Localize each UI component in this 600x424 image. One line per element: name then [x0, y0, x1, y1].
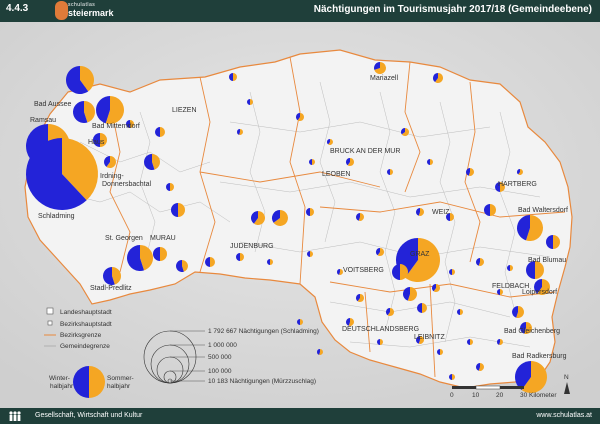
legend-winter-2: halbjahr [50, 383, 74, 390]
legend-landeshauptstadt-symbol [46, 307, 54, 315]
place-label: Mariazell [370, 75, 398, 82]
municipality-pie [73, 101, 96, 124]
municipality-pie [327, 139, 333, 145]
chapter-code: 4.4.3 [6, 3, 29, 14]
scale-tick-1: 10 [472, 392, 480, 399]
logo-bottom-text: steiermark [68, 8, 114, 18]
legend-summer-1: Sommer- [107, 375, 134, 382]
municipality-pie [176, 260, 189, 272]
place-label: Bad Gleichenberg [504, 328, 560, 335]
place-label: LEOBEN [322, 171, 350, 178]
place-label: Loipersdorf [522, 289, 557, 296]
place-label: St. Georgen [105, 235, 143, 242]
map-title: Nächtigungen im Tourismusjahr 2017/18 (G… [313, 4, 592, 15]
municipality-pie [476, 363, 484, 371]
place-label: Bad Radkersburg [512, 353, 567, 360]
place-label: Bad Mitterndorf [92, 123, 140, 130]
people-icon [9, 411, 21, 421]
municipality-pie [416, 208, 424, 216]
municipality-pie [356, 213, 364, 221]
municipality-pie [432, 284, 440, 292]
municipality-pie [346, 318, 354, 326]
map-area: Mariazell Bad Aussee Ramsau Bad Mitterndorf… [0, 22, 600, 408]
legend-bezirkshauptstadt-symbol [47, 320, 53, 326]
place-label: Stadl-Predlitz [90, 285, 132, 292]
place-label: LIEZEN [172, 107, 197, 114]
municipality-pie [251, 211, 266, 226]
schulatlas-logo: schulatlas steiermark [52, 1, 114, 21]
municipality-pie [374, 62, 387, 74]
place-label: HARTBERG [498, 181, 537, 188]
legend-summer-2: halbjahr [107, 383, 131, 390]
municipality-pie [96, 96, 125, 124]
municipality-pie [517, 169, 523, 175]
place-label: LEIBNITZ [414, 334, 445, 341]
legend-size-1: 1 792 667 Nächtigungen (Schladming) [208, 328, 319, 335]
legend-size-3: 500 000 [208, 354, 232, 361]
place-label: DEUTSCHLANDSBERG [342, 326, 419, 333]
municipality-pie [272, 210, 288, 226]
legend-winter-1: Winter- [49, 375, 70, 382]
footer-topic: Gesellschaft, Wirtschaft und Kultur [35, 412, 143, 419]
footer-url[interactable]: www.schulatlas.at [536, 412, 592, 419]
municipality-pie [432, 73, 443, 83]
municipality-pie [517, 215, 544, 241]
place-label: Schladming [38, 213, 75, 220]
municipality-pie [401, 128, 409, 136]
municipality-pie [237, 129, 243, 135]
municipality-pie [497, 339, 503, 346]
municipality-pie [512, 306, 525, 319]
place-label: GRAZ [410, 251, 430, 258]
place-label: MURAU [150, 235, 176, 242]
scale-tick-0: 0 [450, 392, 454, 399]
place-label: BRUCK AN DER MUR [330, 148, 400, 155]
place-label: WEIZ [432, 209, 450, 216]
municipality-pie [104, 156, 117, 168]
place-label: Bad Waltersdorf [518, 207, 568, 214]
municipality-pie [66, 66, 95, 95]
municipality-pie [356, 294, 365, 302]
scale-tick-3: 30 Kilometer [520, 392, 557, 399]
north-label: N [564, 374, 569, 381]
municipality-pie [144, 154, 161, 170]
municipality-pie [466, 168, 474, 176]
footer-bar: Gesellschaft, Wirtschaft und Kultur www.… [0, 408, 600, 424]
municipality-pie [295, 113, 304, 121]
map-canvas: Mariazell Bad Aussee Ramsau Bad Mitterndorf… [0, 22, 600, 408]
legend-landeshauptstadt: Landeshauptstadt [60, 309, 112, 316]
municipality-pie [346, 158, 354, 167]
place-label: Irdning- [100, 173, 124, 180]
place-label: Bad Aussee [34, 101, 71, 108]
municipality-pie [386, 308, 395, 316]
header-bar: 4.4.3 schulatlas steiermark Nächtigungen… [0, 0, 600, 22]
legend-gemeindegrenze: Gemeindegrenze [60, 343, 110, 350]
legend-size-2: 1 000 000 [208, 342, 237, 349]
legend-bezirkshauptstadt: Bezirkshauptstadt [60, 321, 112, 328]
municipality-pie [376, 248, 384, 256]
scale-tick-2: 20 [496, 392, 504, 399]
legend-season-pie [73, 366, 105, 398]
place-label: Haus [88, 139, 105, 146]
place-label-continuation: Donnersbachtal [102, 181, 151, 188]
legend-bezirksgrenze: Bezirksgrenze [60, 332, 102, 339]
place-label: Ramsau [30, 117, 56, 124]
municipality-pie [127, 245, 154, 271]
legend-size-5: 10 183 Nächtigungen (Mürzzuschlag) [208, 378, 316, 385]
place-label: Bad Blumau [528, 257, 566, 264]
municipality-pie [476, 258, 484, 266]
place-label: JUDENBURG [230, 243, 274, 250]
legend-size-4: 100 000 [208, 368, 232, 375]
place-label: VOITSBERG [343, 267, 384, 274]
